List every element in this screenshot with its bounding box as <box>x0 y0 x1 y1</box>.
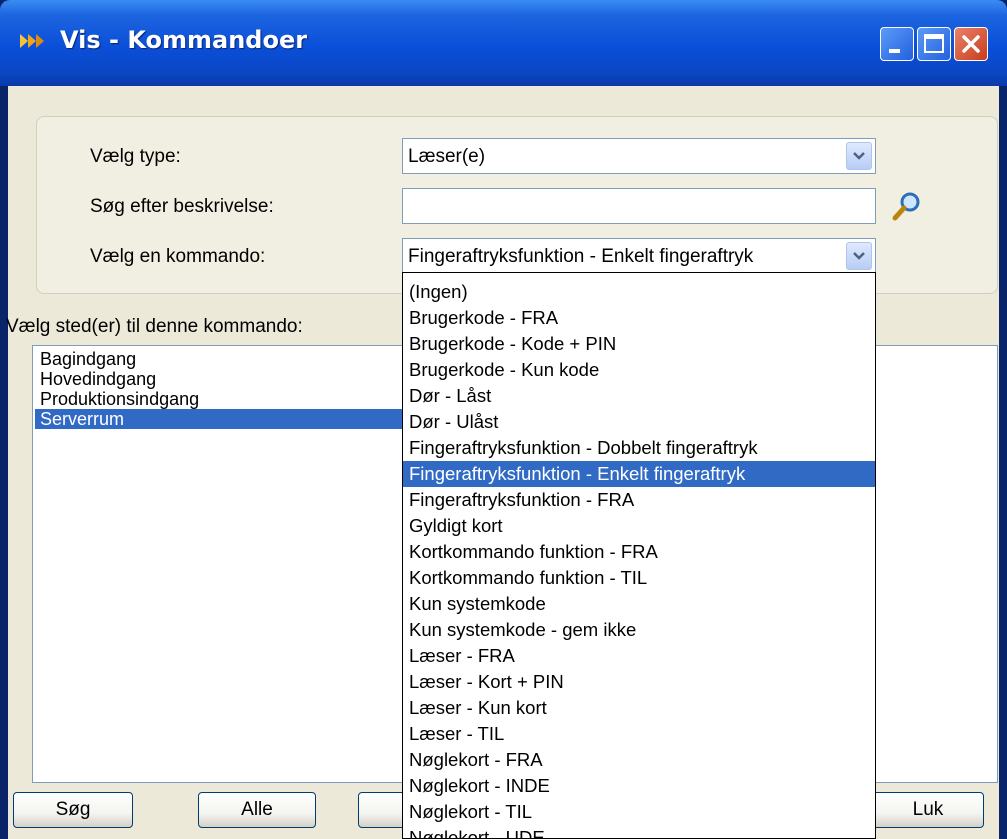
type-select[interactable]: Læser(e) <box>402 138 876 174</box>
minimize-button[interactable] <box>880 27 914 61</box>
app-arrows-icon <box>20 34 44 48</box>
select-all-button[interactable]: Alle <box>198 792 316 828</box>
dropdown-option[interactable]: Læser - TIL <box>403 721 875 747</box>
dropdown-option[interactable]: Brugerkode - Kun kode <box>403 357 875 383</box>
maximize-button[interactable] <box>917 27 951 61</box>
dropdown-option[interactable]: Brugerkode - Kode + PIN <box>403 331 875 357</box>
close-button[interactable]: Luk <box>872 792 984 828</box>
dropdown-option[interactable]: Dør - Ulåst <box>403 409 875 435</box>
command-label: Vælg en kommando: <box>90 246 266 267</box>
maximize-icon <box>924 34 944 53</box>
dropdown-option[interactable]: Læser - Kun kort <box>403 695 875 721</box>
command-select-value: Fingeraftryksfunktion - Enkelt fingeraft… <box>408 246 754 267</box>
search-label: Søg efter beskrivelse: <box>90 196 274 217</box>
dropdown-option[interactable]: Kortkommando funktion - FRA <box>403 539 875 565</box>
locations-label: Vælg sted(er) til denne kommando: <box>6 316 303 337</box>
dropdown-option[interactable]: Brugerkode - FRA <box>403 305 875 331</box>
dropdown-option[interactable]: (Ingen) <box>403 279 875 305</box>
dropdown-option[interactable]: Nøglekort - FRA <box>403 747 875 773</box>
dropdown-option[interactable]: Fingeraftryksfunktion - FRA <box>403 487 875 513</box>
dropdown-option-selected[interactable]: Fingeraftryksfunktion - Enkelt fingeraft… <box>403 461 875 487</box>
title-bar[interactable]: Vis - Kommandoer <box>0 0 1007 86</box>
chevron-down-icon[interactable] <box>846 242 872 270</box>
list-item[interactable]: Bagindgang <box>35 349 136 369</box>
list-item[interactable]: Hovedindgang <box>35 369 156 389</box>
hidden-button[interactable] <box>358 792 408 828</box>
description-search-input[interactable] <box>402 188 876 224</box>
close-icon <box>962 35 980 53</box>
dropdown-option[interactable]: Gyldigt kort <box>403 513 875 539</box>
dropdown-option[interactable]: Læser - Kort + PIN <box>403 669 875 695</box>
dropdown-option[interactable]: Dør - Låst <box>403 383 875 409</box>
command-select[interactable]: Fingeraftryksfunktion - Enkelt fingeraft… <box>402 238 876 274</box>
dropdown-option[interactable]: Læser - FRA <box>403 643 875 669</box>
dropdown-option[interactable]: Nøglekort - TIL <box>403 799 875 825</box>
dropdown-option[interactable]: Kortkommando funktion - TIL <box>403 565 875 591</box>
dropdown-option[interactable]: Fingeraftryksfunktion - Dobbelt fingeraf… <box>403 435 875 461</box>
dropdown-option[interactable]: Nøglekort - INDE <box>403 773 875 799</box>
dialog-window: Vis - Kommandoer Vælg type: Læser(e) Søg… <box>0 0 1007 839</box>
minimize-icon <box>889 49 900 53</box>
dropdown-option[interactable]: Nøglekort - UDE <box>403 825 875 838</box>
search-icon[interactable] <box>888 190 924 224</box>
type-label: Vælg type: <box>90 146 181 167</box>
dropdown-option[interactable]: Kun systemkode - gem ikke <box>403 617 875 643</box>
close-window-button[interactable] <box>954 27 988 61</box>
command-dropdown-list[interactable]: (Ingen) Brugerkode - FRA Brugerkode - Ko… <box>402 272 876 839</box>
type-select-value: Læser(e) <box>408 146 486 167</box>
dropdown-option[interactable]: Kun systemkode <box>403 591 875 617</box>
window-title: Vis - Kommandoer <box>60 26 308 54</box>
chevron-down-icon[interactable] <box>846 142 872 170</box>
list-item[interactable]: Produktionsindgang <box>35 389 199 409</box>
search-button[interactable]: Søg <box>13 792 133 828</box>
